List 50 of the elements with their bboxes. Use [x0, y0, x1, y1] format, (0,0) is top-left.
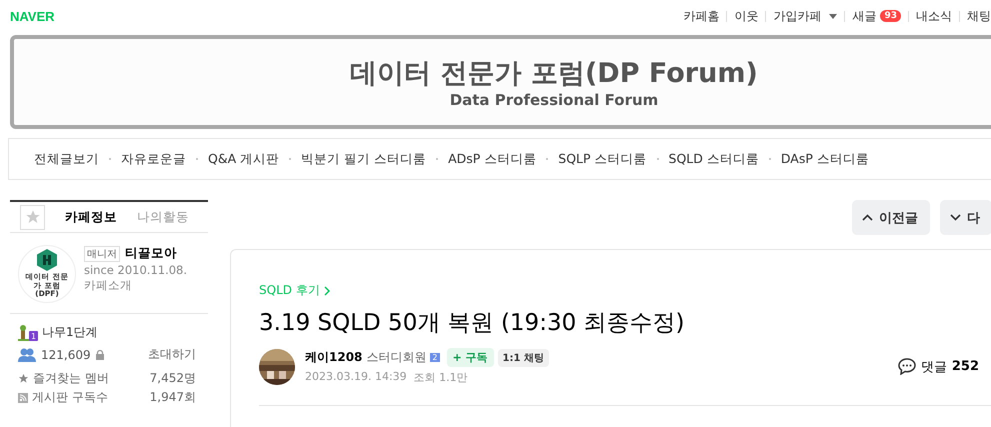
top-link[interactable]: 이웃 [734, 8, 758, 24]
chevron-right-icon [324, 286, 330, 296]
author-name[interactable]: 케이1208 [305, 349, 362, 366]
star-icon [24, 209, 40, 225]
top-link[interactable]: 새글 93 [852, 8, 901, 24]
cafe-subtitle: Data Professional Forum [450, 91, 658, 109]
count-badge: 93 [880, 10, 901, 22]
article-title: 3.19 SQLD 50개 복원 (19:30 최종수정) [259, 309, 686, 338]
favorite-button[interactable] [20, 204, 45, 230]
view-count: 조회 1.1만 [414, 370, 468, 385]
menu-item[interactable]: Q&A 게시판 [208, 150, 280, 168]
comments-link[interactable]: 댓글 252 [898, 358, 979, 376]
role-tag: 매니저 [84, 246, 120, 262]
manager-name[interactable]: 티끌모아 [125, 245, 177, 262]
cafe-title: 데이터 전문가 포럼(DP Forum) [350, 57, 758, 91]
top-link[interactable]: 채팅 [967, 8, 991, 24]
member-count: 121,609 [41, 348, 91, 362]
stat-label: 즐겨찾는 멤버 [33, 370, 109, 387]
chevron-up-icon [862, 214, 873, 221]
member-grade: 스터디회원 [366, 349, 426, 366]
menu-item[interactable]: ADsP 스터디룸 [448, 150, 536, 168]
stat-label: 게시판 구독수 [32, 389, 108, 406]
since-date: since 2010.11.08. [84, 263, 188, 277]
stat-value: 7,452명 [150, 370, 196, 387]
menu-item[interactable]: DAsP 스터디룸 [780, 150, 869, 168]
member-level: 나무1단계 [42, 324, 98, 341]
grade-badge: 2 [430, 353, 440, 362]
chevron-down-icon [950, 214, 961, 221]
star-icon [18, 373, 29, 384]
caret-icon [829, 14, 838, 18]
members-icon [18, 348, 36, 362]
sidebar-tab[interactable]: 카페정보 [65, 208, 117, 226]
menu-item[interactable]: 자유로운글 [121, 150, 186, 168]
top-link[interactable]: 카페홈 [683, 8, 720, 24]
lock-icon [96, 350, 104, 360]
top-link[interactable]: 가입카페 [773, 8, 838, 24]
post-nav-button[interactable]: 다 [940, 200, 991, 235]
chat-button[interactable]: 1:1 채팅 [498, 348, 549, 366]
post-date: 2023.03.19. 14:39 [305, 370, 407, 385]
rss-icon [18, 392, 28, 402]
top-link[interactable]: 내소식 [916, 8, 952, 24]
menu-item[interactable]: SQLP 스터디룸 [558, 150, 647, 168]
invite-link[interactable]: 초대하기 [148, 346, 196, 363]
cafe-intro-link[interactable]: 카페소개 [84, 278, 188, 293]
stat-value: 1,947회 [150, 389, 196, 406]
post-nav-button[interactable]: 이전글 [852, 200, 930, 235]
menu-item[interactable]: SQLD 스터디룸 [668, 150, 759, 168]
menu-item[interactable]: 빅분기 필기 스터디룸 [301, 150, 426, 168]
comment-icon [898, 358, 916, 375]
menu-item[interactable]: 전체글보기 [34, 150, 99, 168]
